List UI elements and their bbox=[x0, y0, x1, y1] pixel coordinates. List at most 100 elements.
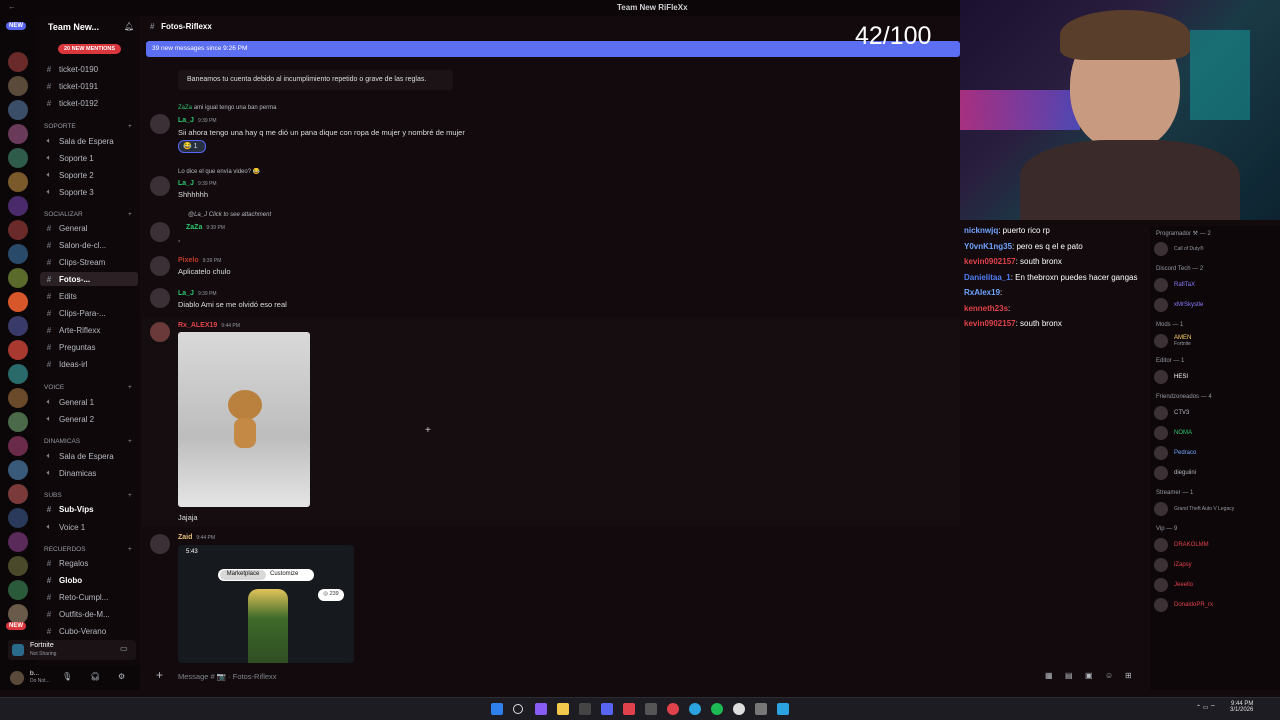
member-item[interactable]: DonaldoPR_rx bbox=[1154, 598, 1213, 612]
voice-channel[interactable]: 🔈︎ General 2 bbox=[44, 414, 95, 424]
emoji-icon[interactable]: ☺ bbox=[1105, 671, 1113, 680]
member-item[interactable]: CTV3 bbox=[1154, 406, 1189, 420]
avatar[interactable] bbox=[150, 176, 170, 196]
category-subs[interactable]: SUBS + bbox=[44, 492, 132, 499]
server-icon[interactable] bbox=[8, 460, 28, 480]
app-icon[interactable] bbox=[623, 703, 635, 715]
discord-icon[interactable] bbox=[601, 703, 613, 715]
avatar[interactable] bbox=[150, 288, 170, 308]
avatar[interactable] bbox=[150, 256, 170, 276]
image-attachment[interactable] bbox=[178, 332, 310, 507]
server-icon[interactable] bbox=[8, 484, 28, 504]
server-icon[interactable] bbox=[8, 388, 28, 408]
avatar[interactable] bbox=[10, 671, 24, 685]
mentions-badge[interactable]: 20 NEW MENTIONS bbox=[58, 44, 122, 54]
server-icon[interactable] bbox=[8, 244, 28, 264]
text-channel[interactable]: # Reto-Cumpl... bbox=[44, 593, 109, 602]
server-icon[interactable] bbox=[8, 412, 28, 432]
text-channel[interactable]: # Cubo-Verano bbox=[44, 627, 106, 636]
member-item[interactable]: DRAKOLMM bbox=[1154, 538, 1209, 552]
gift-icon[interactable]: ▦ bbox=[1045, 671, 1053, 680]
app-icon[interactable] bbox=[535, 703, 547, 715]
server-icon[interactable] bbox=[8, 76, 28, 96]
twitch-username[interactable]: kevin0902157 bbox=[964, 319, 1016, 328]
text-channel[interactable]: # Arte-Riflexx bbox=[44, 326, 101, 335]
app-icon[interactable] bbox=[579, 703, 591, 715]
server-icon[interactable] bbox=[8, 268, 28, 288]
server-icon[interactable] bbox=[8, 100, 28, 120]
text-channel[interactable]: # Regalos bbox=[44, 559, 89, 568]
voice-channel[interactable]: 🔈︎ Voice 1 bbox=[44, 522, 86, 532]
server-icon[interactable] bbox=[8, 52, 28, 72]
screen-share-icon[interactable]: ▭ bbox=[120, 644, 128, 653]
member-item[interactable]: NOMA bbox=[1154, 426, 1192, 440]
server-icon[interactable] bbox=[8, 580, 28, 600]
server-icon[interactable] bbox=[8, 508, 28, 528]
category-socializar[interactable]: SOCIALIZAR + bbox=[44, 211, 132, 218]
member-item[interactable]: xMrSkystle bbox=[1154, 298, 1203, 312]
obs-icon[interactable] bbox=[733, 703, 745, 715]
message-author[interactable]: La_J 9:39 PM bbox=[178, 180, 217, 187]
twitch-username[interactable]: kenneth23s bbox=[964, 304, 1008, 313]
add-channel-icon[interactable]: + bbox=[128, 211, 132, 218]
member-item[interactable]: Pedraco bbox=[1154, 446, 1196, 460]
folder-icon[interactable] bbox=[557, 703, 569, 715]
tray-icons[interactable]: ⌃ ▭ ⌔ bbox=[1196, 703, 1216, 711]
text-channel[interactable]: # Salon-de-cl... bbox=[44, 241, 106, 250]
server-icon[interactable] bbox=[8, 340, 28, 360]
windows-start-icon[interactable] bbox=[491, 703, 503, 715]
spotify-icon[interactable] bbox=[711, 703, 723, 715]
text-channel[interactable]: # Outfits-de-M... bbox=[44, 610, 110, 619]
server-icon[interactable] bbox=[8, 292, 28, 312]
opera-icon[interactable] bbox=[667, 703, 679, 715]
headphones-icon[interactable]: 🎧︎ bbox=[90, 672, 100, 681]
voice-channel[interactable]: 🔈︎ General 1 bbox=[44, 397, 95, 407]
server-icon[interactable] bbox=[8, 172, 28, 192]
add-channel-icon[interactable]: + bbox=[128, 384, 132, 391]
text-channel[interactable]: # General bbox=[44, 224, 88, 233]
member-item[interactable]: Jeeello bbox=[1154, 578, 1193, 592]
add-channel-icon[interactable]: + bbox=[128, 492, 132, 499]
reaction-button[interactable]: 😂 1 bbox=[178, 140, 206, 153]
member-item[interactable]: Call of Duty® bbox=[1154, 242, 1204, 256]
twitch-username[interactable]: RxAlex19 bbox=[964, 288, 1000, 297]
app-icon[interactable] bbox=[645, 703, 657, 715]
edge-icon[interactable] bbox=[689, 703, 701, 715]
voice-channel[interactable]: 🔈︎ Sala de Espera bbox=[44, 136, 114, 146]
message-author[interactable]: ZaZa 9:39 PM bbox=[186, 224, 225, 231]
message-author[interactable]: Pixelo 9:39 PM bbox=[178, 257, 221, 264]
server-icon[interactable] bbox=[8, 364, 28, 384]
app-icon[interactable] bbox=[777, 703, 789, 715]
clock[interactable]: 9:44 PM 3/1/2026 bbox=[1230, 701, 1253, 713]
avatar[interactable] bbox=[150, 222, 170, 242]
channel-ticket-0190[interactable]: # ticket-0190 bbox=[44, 65, 98, 74]
back-arrow-icon[interactable]: ← bbox=[8, 2, 16, 11]
message-author[interactable]: La_J 9:39 PM bbox=[178, 117, 217, 124]
category-dinamicas[interactable]: DINAMICAS + bbox=[44, 438, 132, 445]
category-recuerdos[interactable]: RECUERDOS + bbox=[44, 546, 132, 553]
new-messages-bar[interactable]: 39 new messages since 9:26 PM bbox=[146, 41, 960, 57]
voice-channel[interactable]: 🔈︎ Soporte 1 bbox=[44, 153, 94, 163]
add-channel-icon[interactable]: + bbox=[128, 123, 132, 130]
voice-channel[interactable]: 🔈︎ Sala de Espera bbox=[44, 451, 114, 461]
server-icon[interactable] bbox=[8, 124, 28, 144]
reply-preview[interactable]: @La_J Click to see attachment bbox=[188, 212, 271, 218]
text-channel[interactable]: # Preguntas bbox=[44, 343, 96, 352]
plus-icon[interactable]: + bbox=[156, 668, 163, 682]
channel-ticket-0192[interactable]: # ticket-0192 bbox=[44, 99, 98, 108]
bell-icon[interactable]: 🔔︎ bbox=[124, 22, 134, 31]
avatar[interactable] bbox=[150, 114, 170, 134]
gif-icon[interactable]: ▤ bbox=[1065, 671, 1073, 680]
twitch-username[interactable]: kevin0902157 bbox=[964, 257, 1016, 266]
server-icon[interactable] bbox=[8, 316, 28, 336]
add-channel-icon[interactable]: + bbox=[128, 438, 132, 445]
twitch-username[interactable]: Y0vnK1ng35 bbox=[964, 242, 1012, 251]
message-author[interactable]: La_J 9:39 PM bbox=[178, 290, 217, 297]
channel-ticket-0191[interactable]: # ticket-0191 bbox=[44, 82, 98, 91]
sticker-icon[interactable]: ▣ bbox=[1085, 671, 1093, 680]
activity-panel[interactable]: Fortnite Not Sharing ▭ bbox=[8, 640, 136, 660]
member-item[interactable]: Grand Theft Auto V Legacy bbox=[1154, 502, 1234, 516]
twitch-username[interactable]: nicknwjq bbox=[964, 226, 998, 235]
apps-icon[interactable]: ⊞ bbox=[1125, 671, 1132, 680]
member-item[interactable]: HESI bbox=[1154, 370, 1188, 384]
